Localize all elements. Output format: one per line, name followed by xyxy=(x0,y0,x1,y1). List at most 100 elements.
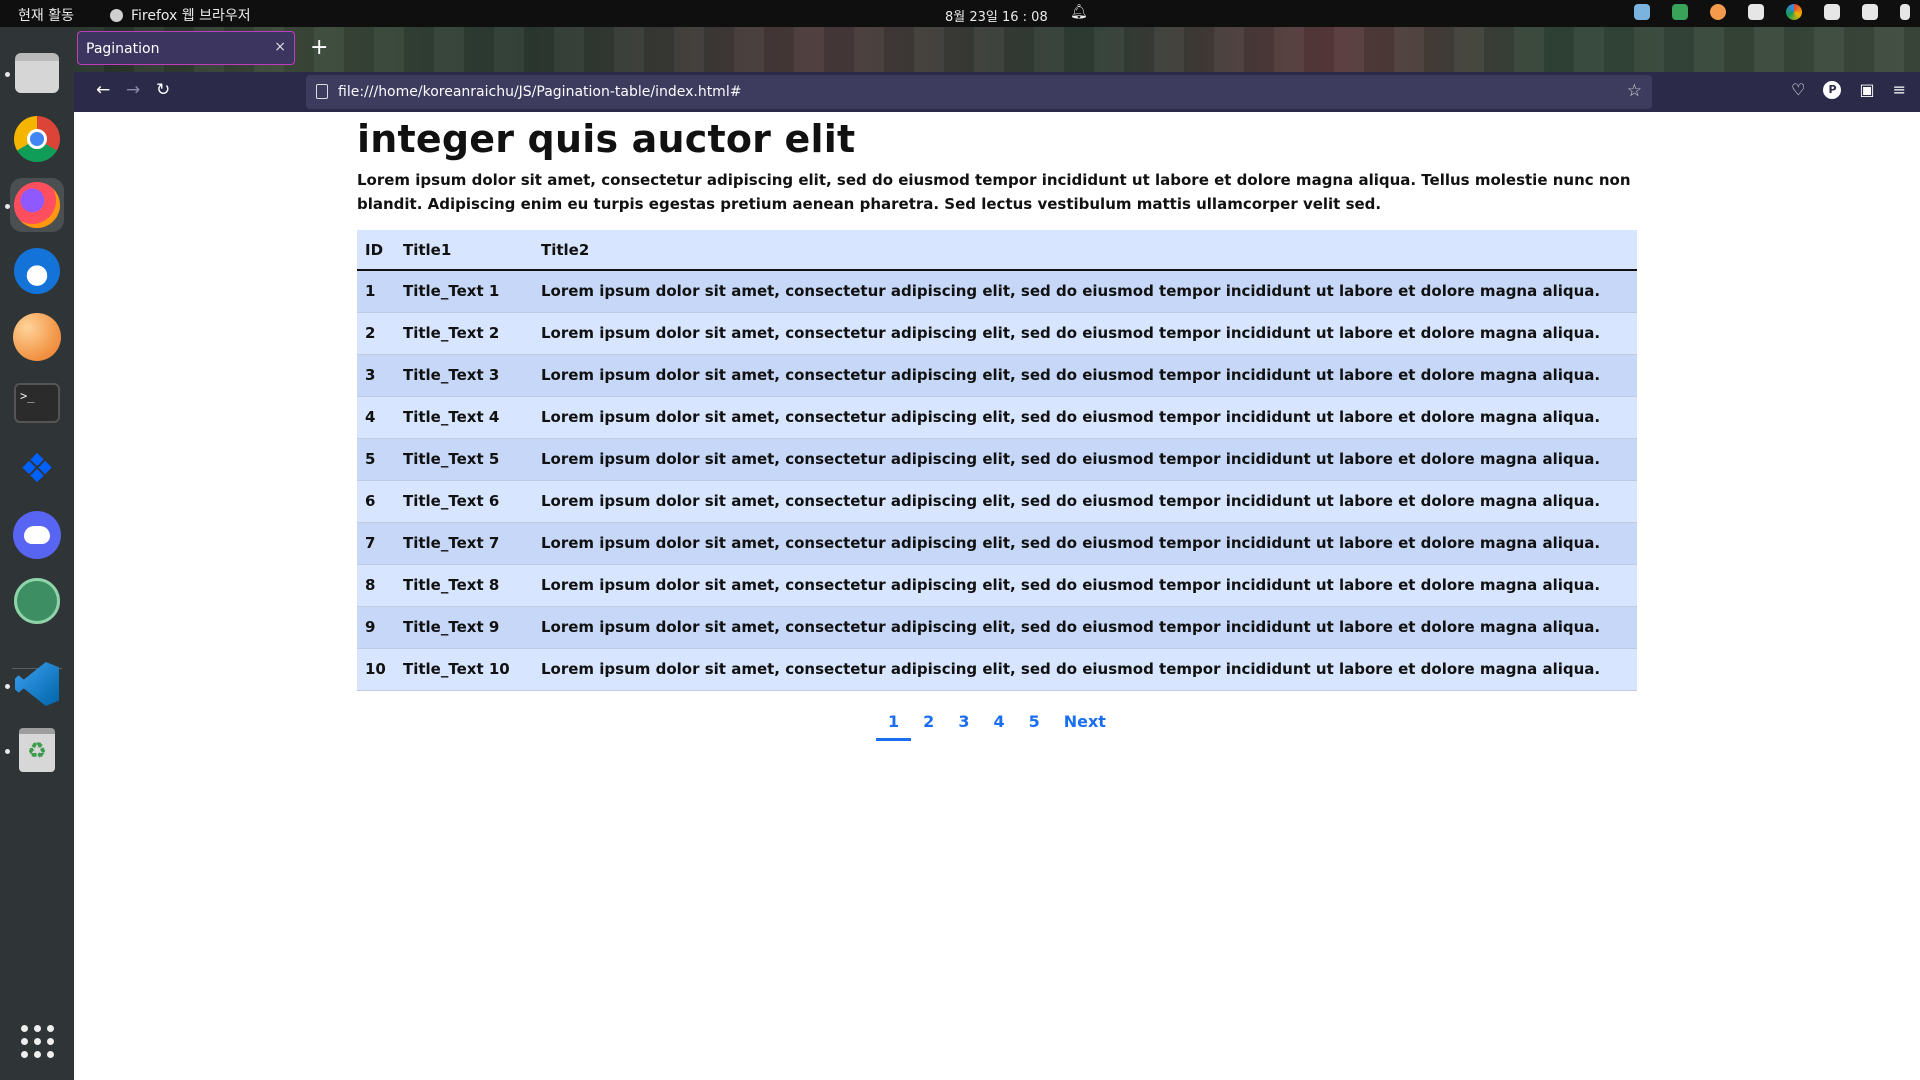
cell-title1: Title_Text 10 xyxy=(403,660,510,678)
cell-title1: Title_Text 6 xyxy=(403,492,500,510)
table-row: 9 Title_Text 9 Lorem ipsum dolor sit amet,… xyxy=(357,606,1637,648)
orange-icon xyxy=(13,313,61,361)
thunderbird-app[interactable] xyxy=(10,244,64,298)
bookmark-star-icon[interactable]: ☆ xyxy=(1627,81,1642,101)
cell-title2: Lorem ipsum dolor sit amet, consectetur … xyxy=(541,618,1601,636)
cell-title1: Title_Text 1 xyxy=(403,282,500,301)
tab-title: Pagination xyxy=(86,41,160,57)
reload-button[interactable]: ↻ xyxy=(156,80,170,100)
cell-title2: Lorem ipsum dolor sit amet, consectetur … xyxy=(541,450,1601,468)
profile-icon[interactable]: P xyxy=(1823,80,1842,99)
back-button[interactable]: ← xyxy=(96,80,110,100)
header-id: ID xyxy=(365,240,384,259)
files-app[interactable] xyxy=(10,46,64,100)
table-row: 8 Title_Text 8 Lorem ipsum dolor sit amet,… xyxy=(357,564,1637,606)
wifi-icon[interactable] xyxy=(1824,4,1840,20)
firefox-icon xyxy=(14,182,60,228)
nav-toolbar: ← → ↻ file:///home/koreanraichu/JS/Pagin… xyxy=(74,72,1920,112)
battery-icon[interactable] xyxy=(1900,4,1910,20)
new-tab-button[interactable]: + xyxy=(310,35,328,60)
table-header-row: ID Title1 Title2 xyxy=(357,230,1637,270)
cell-title1: Title_Text 7 xyxy=(403,534,500,552)
page-link-3[interactable]: 3 xyxy=(946,708,981,735)
page-content: integer quis auctor elit Lorem ipsum dol… xyxy=(74,112,1920,1080)
cell-title2: Lorem ipsum dolor sit amet, consectetur … xyxy=(541,492,1601,510)
page-icon xyxy=(316,84,328,99)
cell-id: 3 xyxy=(365,366,376,384)
cell-title1: Title_Text 2 xyxy=(403,324,500,342)
orange-app[interactable] xyxy=(10,310,64,364)
cell-id: 5 xyxy=(365,450,376,468)
orange-tray-icon[interactable] xyxy=(1710,4,1726,20)
system-tray xyxy=(1634,4,1910,20)
cell-id: 4 xyxy=(365,408,376,426)
cell-title2: Lorem ipsum dolor sit amet, consectetur … xyxy=(541,660,1601,678)
pagination: 1 2 3 4 5 Next xyxy=(357,708,1637,741)
page-link-5[interactable]: 5 xyxy=(1017,708,1052,735)
vscode-icon xyxy=(15,662,59,706)
table-row: 6 Title_Text 6 Lorem ipsum dolor sit amet,… xyxy=(357,480,1637,522)
vscode-app[interactable] xyxy=(10,657,64,711)
dropbox-icon: ❖ xyxy=(19,446,55,492)
cell-id: 6 xyxy=(365,492,376,510)
page-link-1[interactable]: 1 xyxy=(876,708,912,741)
firefox-mini-icon xyxy=(110,8,123,22)
terminal-icon: >_ xyxy=(14,383,60,423)
browser-window: Pagination × + ← → ↻ file:///home/korean… xyxy=(74,27,1920,1080)
page-link-2[interactable]: 2 xyxy=(911,708,946,735)
files-icon xyxy=(15,53,59,93)
url-text[interactable]: file:///home/koreanraichu/JS/Pagination-… xyxy=(338,84,741,100)
table-row: 2 Title_Text 2 Lorem ipsum dolor sit amet,… xyxy=(357,312,1637,354)
cell-title1: Title_Text 3 xyxy=(403,366,500,384)
dock: >_ ❖ ♻ xyxy=(0,27,74,1080)
pocket-icon[interactable]: ♡ xyxy=(1791,80,1805,99)
app-menu[interactable]: Firefox 웹 브라우저 xyxy=(110,5,251,25)
header-title1: Title1 xyxy=(403,240,452,259)
cell-title2: Lorem ipsum dolor sit amet, consectetur … xyxy=(541,366,1601,384)
cell-title1: Title_Text 4 xyxy=(403,408,500,426)
table-row: 3 Title_Text 3 Lorem ipsum dolor sit amet,… xyxy=(357,354,1637,396)
tab-close-icon[interactable]: × xyxy=(274,39,286,55)
cell-id: 9 xyxy=(365,618,376,636)
tab-pagination[interactable]: Pagination × xyxy=(77,31,295,65)
cell-title2: Lorem ipsum dolor sit amet, consectetur … xyxy=(541,408,1601,426)
cell-id: 7 xyxy=(365,534,376,552)
firefox-app[interactable] xyxy=(10,178,64,232)
trash-app[interactable]: ♻ xyxy=(10,723,64,777)
tab-strip: Pagination × + xyxy=(74,27,1920,72)
discord-icon xyxy=(13,511,61,559)
menu-button[interactable]: ≡ xyxy=(1893,80,1906,99)
slack-tray-icon[interactable] xyxy=(1634,4,1650,20)
activities-button[interactable]: 현재 활동 xyxy=(18,5,74,25)
atom-icon xyxy=(14,578,60,624)
table-row: 7 Title_Text 7 Lorem ipsum dolor sit amet,… xyxy=(357,522,1637,564)
dropbox-app[interactable]: ❖ xyxy=(10,442,64,496)
chrome-tray-icon[interactable] xyxy=(1786,4,1802,20)
clock[interactable]: 8월 23일 16 : 08 xyxy=(945,6,1048,25)
show-apps-button[interactable] xyxy=(10,1014,64,1068)
cell-title2: Lorem ipsum dolor sit amet, consectetur … xyxy=(541,534,1601,552)
data-table: ID Title1 Title2 1 Title_Text 1 Lorem ipsu… xyxy=(357,230,1637,691)
url-bar[interactable]: file:///home/koreanraichu/JS/Pagination-… xyxy=(306,75,1652,109)
shield-tray-icon[interactable] xyxy=(1672,4,1688,20)
terminal-app[interactable]: >_ xyxy=(10,376,64,430)
next-page-link[interactable]: Next xyxy=(1052,708,1118,735)
cell-title2: Lorem ipsum dolor sit amet, consectetur … xyxy=(541,282,1601,301)
table-row: 1 Title_Text 1 Lorem ipsum dolor sit amet,… xyxy=(357,270,1637,312)
dropbox-tray-icon[interactable] xyxy=(1748,4,1764,20)
chrome-icon xyxy=(14,116,60,162)
page-title: integer quis auctor elit xyxy=(357,117,856,161)
app-menu-label: Firefox 웹 브라우저 xyxy=(131,8,251,24)
page-link-4[interactable]: 4 xyxy=(981,708,1016,735)
discord-app[interactable] xyxy=(10,508,64,562)
cell-title2: Lorem ipsum dolor sit amet, consectetur … xyxy=(541,576,1601,594)
volume-icon[interactable] xyxy=(1862,4,1878,20)
extension-icon[interactable]: ▣ xyxy=(1859,80,1874,99)
forward-button[interactable]: → xyxy=(126,80,140,100)
intro-paragraph: Lorem ipsum dolor sit amet, consectetur … xyxy=(357,171,1631,213)
toolbar-right: ♡ P ▣ ≡ xyxy=(1791,80,1906,99)
cell-id: 2 xyxy=(365,324,376,342)
cell-title1: Title_Text 8 xyxy=(403,576,500,594)
chrome-app[interactable] xyxy=(10,112,64,166)
atom-app[interactable] xyxy=(10,574,64,628)
